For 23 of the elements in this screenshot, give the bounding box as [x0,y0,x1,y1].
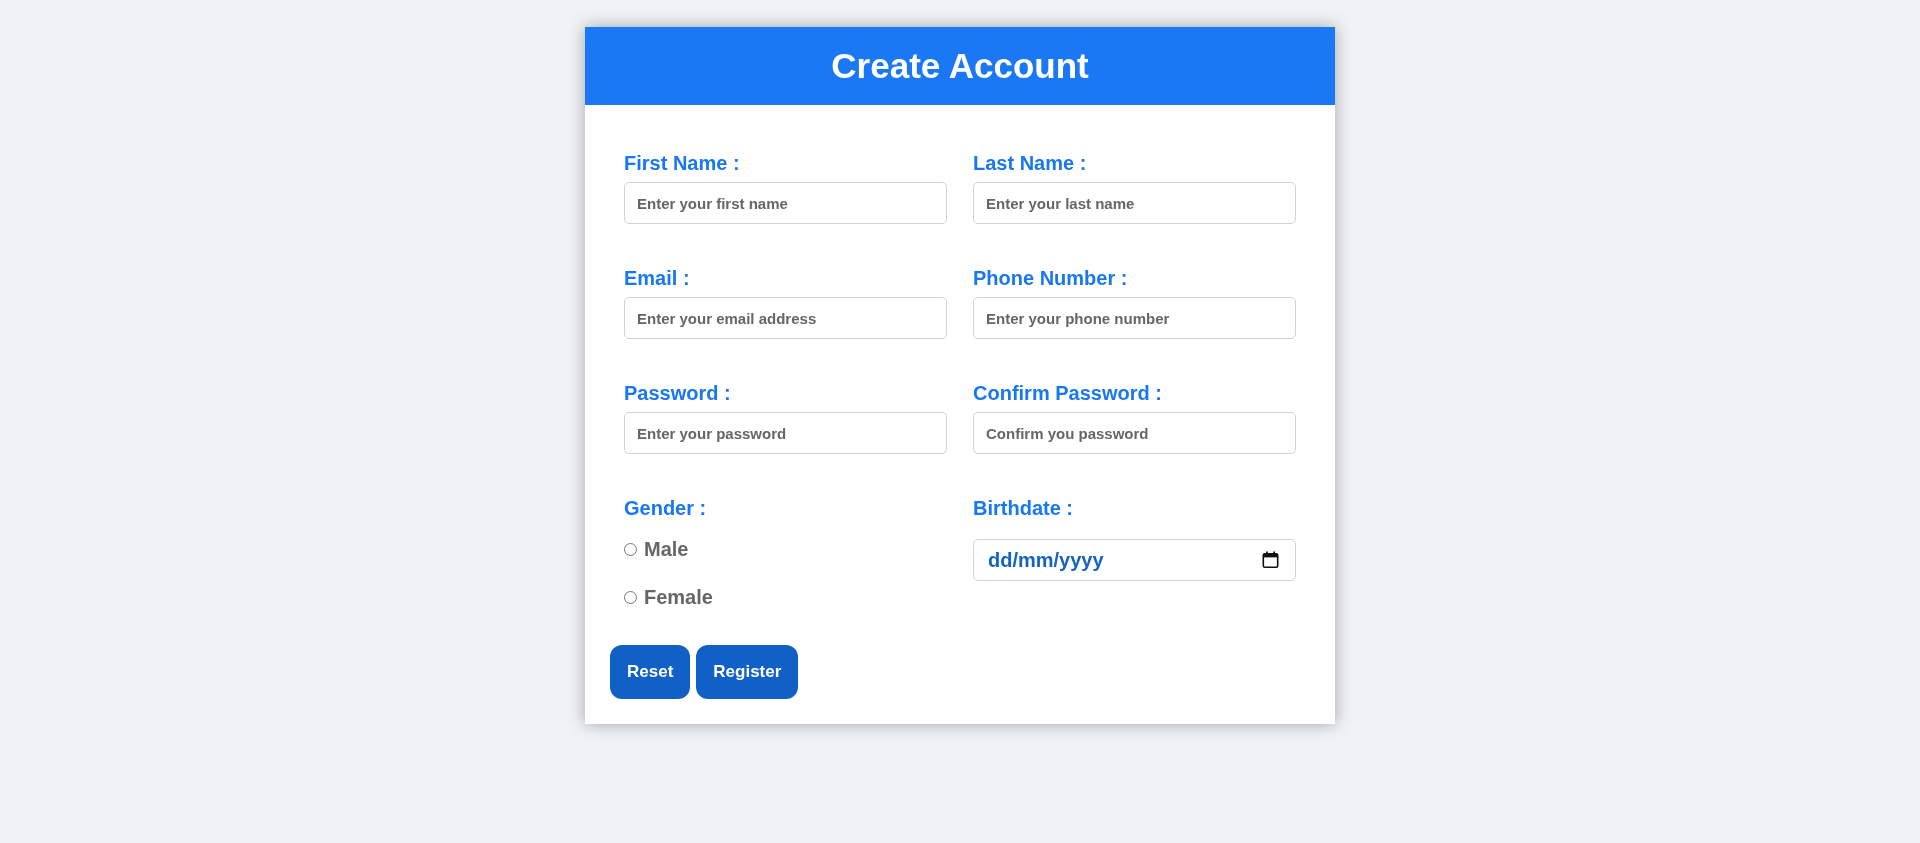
field-label: Birthdate : [973,497,1074,520]
field-label: Phone Number : [973,267,1129,290]
calendar-icon[interactable] [1262,551,1279,568]
radio-option-label[interactable]: Male [644,538,689,561]
form-title: Create Account [831,45,1089,87]
reset-button[interactable]: Reset [610,645,691,699]
text-input-field[interactable]: Enter your first name [624,182,947,224]
field-label: Confirm Password : [973,382,1163,405]
radio-option-label[interactable]: Female [644,586,713,609]
text-input-field[interactable]: Enter your email address [624,297,947,339]
radio-button[interactable] [624,543,637,556]
field-label: Gender : [624,497,708,520]
field-label: Last Name : [973,152,1088,175]
date-input-field[interactable]: dd/mm/yyyy [973,539,1296,581]
text-input-field[interactable]: Enter your last name [973,182,1296,224]
field-label: Password : [624,382,732,405]
register-button[interactable]: Register [696,645,799,699]
field-label: Email : [624,267,691,290]
radio-button[interactable] [624,591,637,604]
text-input-field[interactable]: Enter your password [624,412,947,454]
text-input-field[interactable]: Enter your phone number [973,297,1296,339]
text-input-field[interactable]: Confirm you password [973,412,1296,454]
field-label: First Name : [624,152,741,175]
